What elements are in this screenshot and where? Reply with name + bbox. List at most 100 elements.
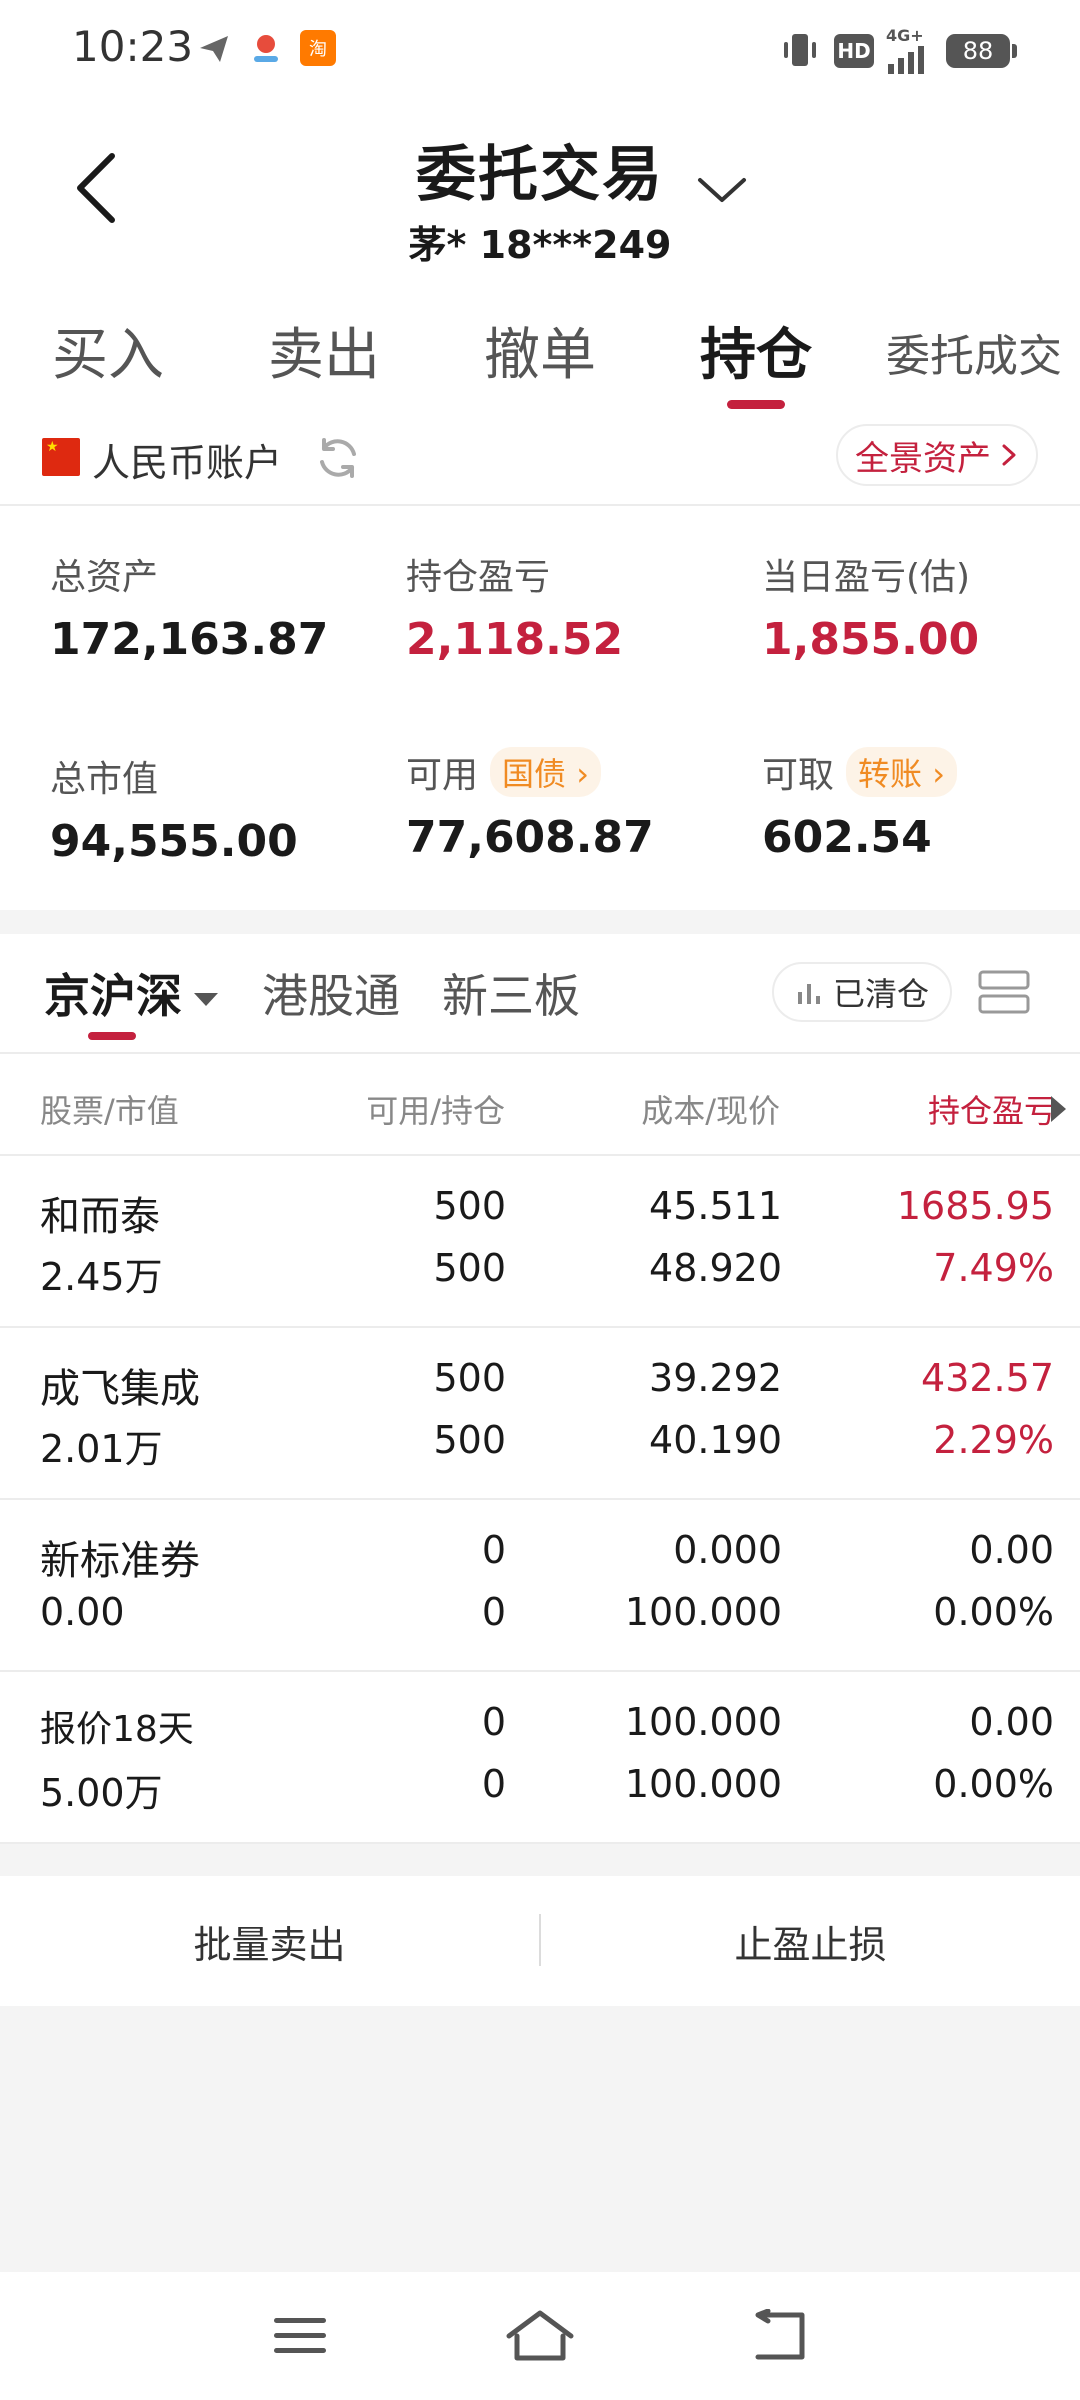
- chevron-right-icon: [1002, 444, 1016, 466]
- tab-positions[interactable]: 持仓: [700, 310, 812, 391]
- stock-cost: 100.000: [624, 1700, 782, 1744]
- batch-sell-button[interactable]: 批量卖出: [0, 1876, 539, 2006]
- daily-pnl-value: 1,855.00: [762, 614, 980, 665]
- send-notification-icon: [200, 36, 228, 62]
- signal-group: 4G+: [884, 26, 936, 78]
- stock-cost: 0.000: [673, 1528, 782, 1572]
- stock-market-value: 2.45万: [40, 1255, 163, 1299]
- app-root: 10:23 淘 HD 4G+ 88 委托交易 茅* 18***249 买入 卖出…: [0, 0, 1080, 2400]
- header-position-pnl[interactable]: 持仓盈亏: [928, 1086, 1056, 1132]
- positions-table: 股票/市值 可用/持仓 成本/现价 持仓盈亏 和而泰 2.45万 500 500…: [0, 1054, 1080, 1844]
- daily-pnl: 当日盈亏(估) 1,855.00: [762, 548, 979, 665]
- cleared-positions-button[interactable]: 已清仓: [772, 962, 952, 1022]
- back-icon: [755, 2309, 805, 2360]
- market-tab-indicator: [88, 1032, 136, 1040]
- svg-text:淘: 淘: [309, 39, 327, 60]
- hd-badge: HD: [834, 34, 874, 68]
- market-tab-shsz-label: 京沪深: [44, 969, 182, 1023]
- daily-pnl-label: 当日盈亏(估): [762, 557, 971, 598]
- position-pnl-label: 持仓盈亏: [406, 557, 551, 598]
- market-value-label: 总市值: [50, 759, 159, 800]
- stock-available: 0: [481, 1700, 506, 1744]
- stock-cost: 39.292: [649, 1356, 782, 1400]
- stock-market-value: 2.01万: [40, 1427, 163, 1471]
- chevron-down-icon: [698, 178, 746, 202]
- asset-summary: 总资产 172,163.87 持仓盈亏 2,118.52 当日盈亏(估) 1,8…: [0, 506, 1080, 910]
- tab-orders-filled[interactable]: 委托成交: [886, 320, 1062, 384]
- stock-pnl-pct: 2.29%: [933, 1418, 1054, 1462]
- withdrawable-value: 602.54: [762, 812, 932, 863]
- treasury-bond-button[interactable]: 国债 ›: [490, 747, 601, 797]
- stock-market-value: 5.00万: [40, 1771, 163, 1815]
- stock-name: 成飞集成: [40, 1366, 200, 1412]
- stock-pnl: 0.00: [969, 1528, 1054, 1572]
- stock-available: 0: [481, 1528, 506, 1572]
- bar-chart-icon: [797, 984, 820, 1004]
- table-row[interactable]: 和而泰 2.45万 500 500 45.511 48.920 1685.95 …: [0, 1156, 1080, 1328]
- market-tab-hk-connect[interactable]: 港股通: [262, 960, 400, 1026]
- nav-menu-button[interactable]: [264, 2304, 336, 2368]
- table-row[interactable]: 报价18天 5.00万 0 0 100.000 100.000 0.00 0.0…: [0, 1672, 1080, 1844]
- total-assets-value: 172,163.87: [50, 614, 329, 665]
- panorama-assets-button[interactable]: 全景资产: [836, 424, 1038, 486]
- stock-pnl: 1685.95: [896, 1184, 1054, 1228]
- market-tab-shsz[interactable]: 京沪深: [44, 960, 218, 1026]
- available-funds-value: 77,608.87: [406, 812, 654, 863]
- stock-cost: 45.511: [649, 1184, 782, 1228]
- stock-price: 100.000: [624, 1590, 782, 1634]
- position-pnl: 持仓盈亏 2,118.52: [406, 548, 623, 665]
- stock-price: 48.920: [649, 1246, 782, 1290]
- table-header: 股票/市值 可用/持仓 成本/现价 持仓盈亏: [0, 1054, 1080, 1156]
- total-assets-label: 总资产: [50, 557, 159, 598]
- stock-pnl-pct: 0.00%: [933, 1590, 1054, 1634]
- trade-tabs: 买入 卖出 撤单 持仓 委托成交: [0, 270, 1080, 410]
- china-flag-icon: [42, 438, 80, 476]
- map-notification-icon: [254, 35, 278, 62]
- stock-name: 报价18天: [40, 1709, 194, 1750]
- account-switch-button[interactable]: [690, 158, 754, 222]
- header-available-holding[interactable]: 可用/持仓: [366, 1086, 505, 1132]
- stock-available: 500: [433, 1184, 506, 1228]
- nav-home-button[interactable]: [504, 2304, 576, 2368]
- available-funds-label-row: 可用 国债 ›: [406, 746, 654, 798]
- stock-name: 和而泰: [40, 1194, 160, 1240]
- active-tab-indicator: [727, 400, 785, 409]
- header-stock-value[interactable]: 股票/市值: [40, 1086, 179, 1132]
- panorama-assets-label: 全景资产: [855, 438, 991, 479]
- market-value: 总市值 94,555.00: [50, 750, 298, 867]
- withdrawable-funds: 可取 转账 › 602.54: [762, 746, 957, 863]
- market-tab-neeq[interactable]: 新三板: [442, 960, 580, 1026]
- account-number: 茅* 18***249: [408, 223, 672, 267]
- menu-icon: [274, 2318, 326, 2353]
- refresh-icon[interactable]: [312, 432, 364, 484]
- stock-pnl-pct: 7.49%: [933, 1246, 1054, 1290]
- status-bar: 10:23 淘 HD 4G+ 88: [0, 0, 1080, 96]
- available-funds: 可用 国债 › 77,608.87: [406, 746, 654, 863]
- header-cost-price[interactable]: 成本/现价: [641, 1086, 780, 1132]
- table-row[interactable]: 新标准券 0.00 0 0 0.000 100.000 0.00 0.00%: [0, 1500, 1080, 1672]
- layout-toggle-icon[interactable]: [976, 964, 1032, 1020]
- tab-buy[interactable]: 买入: [52, 310, 164, 391]
- nav-back-button[interactable]: [744, 2304, 816, 2368]
- battery-indicator: 88: [946, 34, 1017, 68]
- section-gap: [0, 910, 1080, 934]
- status-time: 10:23: [72, 22, 194, 71]
- stock-name: 新标准券: [40, 1538, 200, 1584]
- stock-price: 100.000: [624, 1762, 782, 1806]
- stock-holding: 0: [481, 1762, 506, 1806]
- total-assets: 总资产 172,163.87: [50, 548, 328, 665]
- account-row: 人民币账户 全景资产: [0, 410, 1080, 506]
- treasury-bond-label: 国债: [502, 755, 567, 793]
- tab-sell[interactable]: 卖出: [268, 310, 380, 391]
- system-nav-bar: [0, 2272, 1080, 2400]
- table-row[interactable]: 成飞集成 2.01万 500 500 39.292 40.190 432.57 …: [0, 1328, 1080, 1500]
- stock-holding: 500: [433, 1418, 506, 1462]
- transfer-label: 转账: [858, 755, 923, 793]
- section-gap: [0, 1846, 1080, 1876]
- scroll-right-arrow-icon[interactable]: [1051, 1096, 1066, 1122]
- available-funds-label: 可用: [406, 755, 479, 796]
- market-value-value: 94,555.00: [50, 816, 298, 867]
- stop-profit-loss-button[interactable]: 止盈止损: [541, 1876, 1080, 2006]
- transfer-button[interactable]: 转账 ›: [846, 747, 957, 797]
- tab-cancel[interactable]: 撤单: [484, 310, 596, 391]
